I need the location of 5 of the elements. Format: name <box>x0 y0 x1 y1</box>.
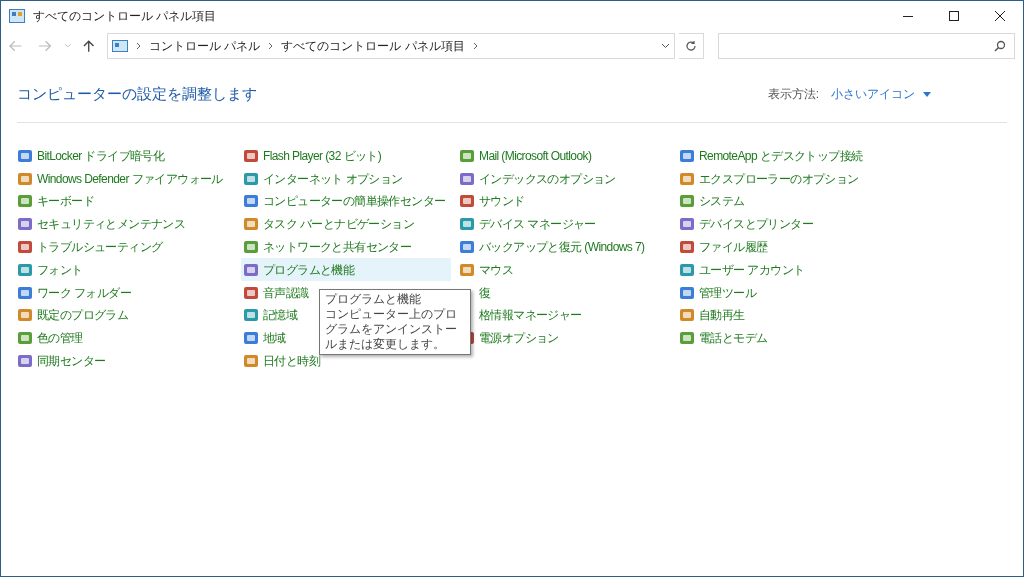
window-title: すべてのコントロール パネル項目 <box>33 8 217 25</box>
page-heading: コンピューターの設定を調整します <box>17 84 257 104</box>
view-label: 表示方法: <box>767 86 819 104</box>
tooltip-title: プログラムと機能 <box>325 292 422 307</box>
tooltip-text: コンピューター上のプログラムをアンインストールまたは変更します。 <box>325 307 458 352</box>
